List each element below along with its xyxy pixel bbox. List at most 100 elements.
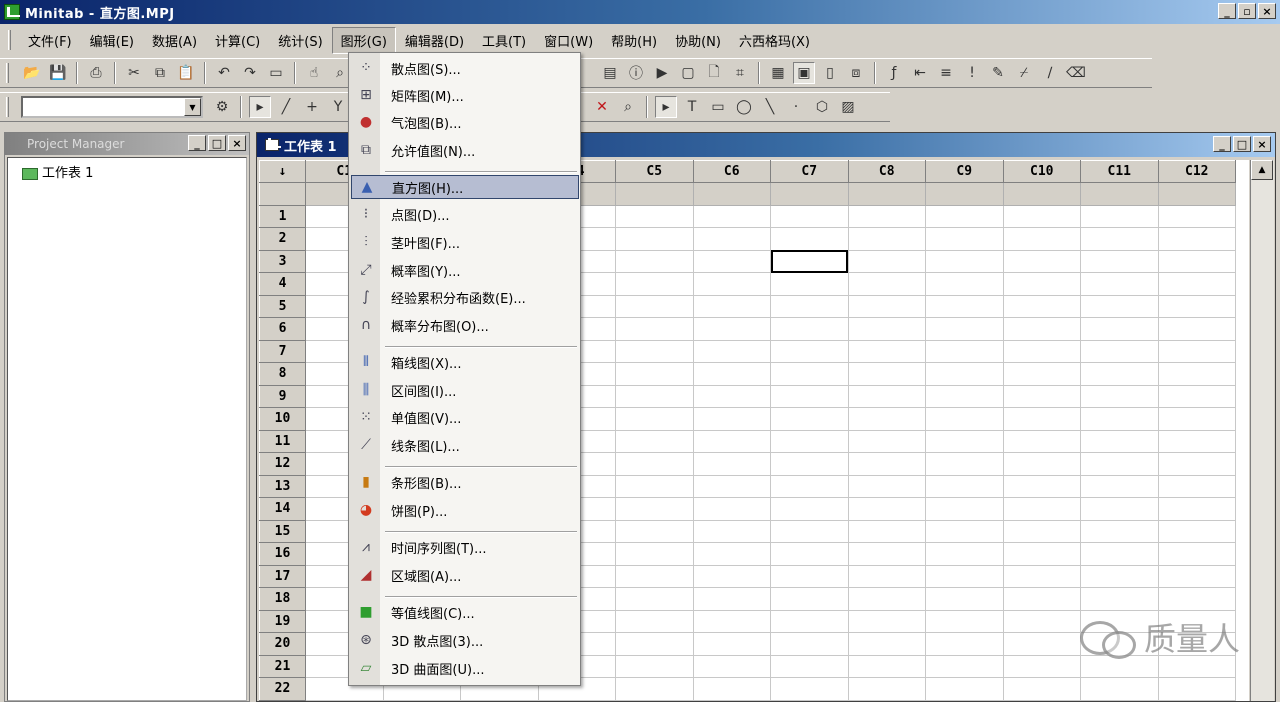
data-cell[interactable] — [1157, 317, 1236, 341]
data-cell[interactable] — [615, 317, 694, 341]
data-cell[interactable] — [1157, 204, 1236, 228]
brush-icon[interactable]: ⌿ — [1013, 62, 1035, 84]
data-cell[interactable] — [692, 407, 771, 431]
scroll-up-icon[interactable]: ▲ — [1251, 160, 1273, 180]
insert-row-icon[interactable]: ≡ — [935, 62, 957, 84]
data-cell[interactable] — [1002, 564, 1081, 588]
menu-item-scatter3d[interactable]: ⊛ 3D 散点图(3)... — [351, 628, 579, 652]
row-header[interactable]: 7 — [259, 339, 306, 363]
data-cell[interactable] — [1157, 407, 1236, 431]
data-cell[interactable] — [615, 452, 694, 476]
print-icon[interactable]: ⎙ — [85, 62, 107, 84]
data-cell[interactable] — [925, 407, 1004, 431]
row-header[interactable]: 13 — [259, 474, 306, 498]
data-cell[interactable] — [615, 497, 694, 521]
project-manager-icon[interactable]: ▣ — [793, 62, 815, 84]
menu-item-contour[interactable]: ■ 等值线图(C)... — [351, 600, 579, 624]
data-cell[interactable] — [1157, 587, 1236, 611]
data-cell[interactable] — [847, 294, 926, 318]
data-cell[interactable] — [692, 677, 771, 701]
row-header[interactable]: 3 — [259, 249, 306, 273]
data-cell[interactable] — [770, 632, 849, 656]
data-cell[interactable] — [692, 204, 771, 228]
data-cell[interactable] — [1157, 272, 1236, 296]
menu-assist[interactable]: 协助(N) — [666, 27, 730, 54]
paste-icon[interactable]: 📋 — [175, 62, 197, 84]
data-cell[interactable] — [1157, 362, 1236, 386]
data-cell[interactable] — [925, 272, 1004, 296]
vertical-scrollbar[interactable]: ▲ — [1250, 160, 1274, 701]
data-cell[interactable] — [1157, 452, 1236, 476]
save-icon[interactable]: 💾 — [47, 62, 69, 84]
data-cell[interactable] — [1080, 249, 1159, 273]
data-cell[interactable] — [615, 474, 694, 498]
line-tool-icon[interactable]: ╲ — [759, 96, 781, 118]
menu-six-sigma[interactable]: 六西格玛(X) — [730, 27, 819, 54]
minimize-button[interactable]: _ — [1218, 3, 1236, 19]
marker-tool-icon[interactable]: · — [785, 96, 807, 118]
data-cell[interactable] — [847, 227, 926, 251]
menu-item-probability[interactable]: ⤢ 概率图(Y)... — [351, 258, 579, 282]
data-cell[interactable] — [1157, 542, 1236, 566]
data-cell[interactable] — [1157, 519, 1236, 543]
data-cell[interactable] — [770, 587, 849, 611]
row-header[interactable]: 11 — [259, 429, 306, 453]
menu-editor[interactable]: 编辑器(D) — [396, 27, 473, 54]
info-icon[interactable]: ⓘ — [625, 62, 647, 84]
data-cell[interactable] — [847, 429, 926, 453]
data-cell[interactable] — [1080, 587, 1159, 611]
exclamation-icon[interactable]: ! — [961, 62, 983, 84]
menu-item-surface3d[interactable]: ▱ 3D 曲面图(U)... — [351, 656, 579, 680]
data-cell[interactable] — [1002, 384, 1081, 408]
row-header[interactable]: 21 — [259, 654, 306, 678]
row-header[interactable]: 6 — [259, 317, 306, 341]
data-cell[interactable] — [615, 609, 694, 633]
data-cell[interactable] — [1002, 407, 1081, 431]
row-header[interactable]: 8 — [259, 362, 306, 386]
cell-edit-icon[interactable]: ▭ — [265, 62, 287, 84]
data-cell[interactable] — [770, 384, 849, 408]
data-cell[interactable] — [770, 452, 849, 476]
data-cell[interactable] — [847, 654, 926, 678]
data-cell[interactable] — [1002, 654, 1081, 678]
chevron-down-icon[interactable]: ▼ — [184, 98, 201, 116]
open-folder-icon[interactable]: 📂 — [21, 62, 43, 84]
data-cell[interactable] — [847, 497, 926, 521]
data-cell[interactable] — [847, 564, 926, 588]
data-cell[interactable] — [925, 542, 1004, 566]
data-cell[interactable] — [847, 362, 926, 386]
session-icon[interactable]: ▤ — [599, 62, 621, 84]
data-cell[interactable] — [615, 632, 694, 656]
cut-icon[interactable]: ✂ — [123, 62, 145, 84]
data-cell[interactable] — [770, 362, 849, 386]
data-cell[interactable] — [770, 317, 849, 341]
column-name-cell[interactable] — [1080, 182, 1159, 206]
data-cell[interactable] — [615, 654, 694, 678]
data-cell[interactable] — [925, 227, 1004, 251]
menu-item-histogram[interactable]: ▲ 直方图(H)... — [351, 175, 579, 199]
data-cell[interactable] — [615, 677, 694, 701]
data-cell[interactable] — [1080, 564, 1159, 588]
menu-item-individual-value[interactable]: ⁙ 单值图(V)... — [351, 405, 579, 429]
data-cell[interactable] — [1157, 677, 1236, 701]
data-cell[interactable] — [1002, 249, 1081, 273]
data-cell[interactable] — [1002, 362, 1081, 386]
column-header[interactable]: C12 — [1157, 160, 1236, 183]
row-header[interactable]: 20 — [259, 632, 306, 656]
column-header[interactable]: C6 — [692, 160, 771, 183]
data-cell[interactable] — [1080, 677, 1159, 701]
data-cell[interactable] — [847, 474, 926, 498]
menu-item-distribution[interactable]: ∩ 概率分布图(O)... — [351, 313, 579, 337]
graph-selector-combo[interactable]: ▼ — [21, 96, 203, 118]
data-cell[interactable] — [692, 519, 771, 543]
data-cell[interactable] — [1002, 317, 1081, 341]
data-cell[interactable] — [615, 339, 694, 363]
row-header[interactable]: 19 — [259, 609, 306, 633]
polygon-tool-icon[interactable]: ⬡ — [811, 96, 833, 118]
data-cell[interactable] — [847, 587, 926, 611]
history-icon[interactable]: ▶ — [651, 62, 673, 84]
data-cell[interactable] — [925, 564, 1004, 588]
data-cell[interactable] — [692, 542, 771, 566]
corner-cell[interactable]: ↓ — [259, 160, 306, 183]
data-cell[interactable] — [1002, 677, 1081, 701]
